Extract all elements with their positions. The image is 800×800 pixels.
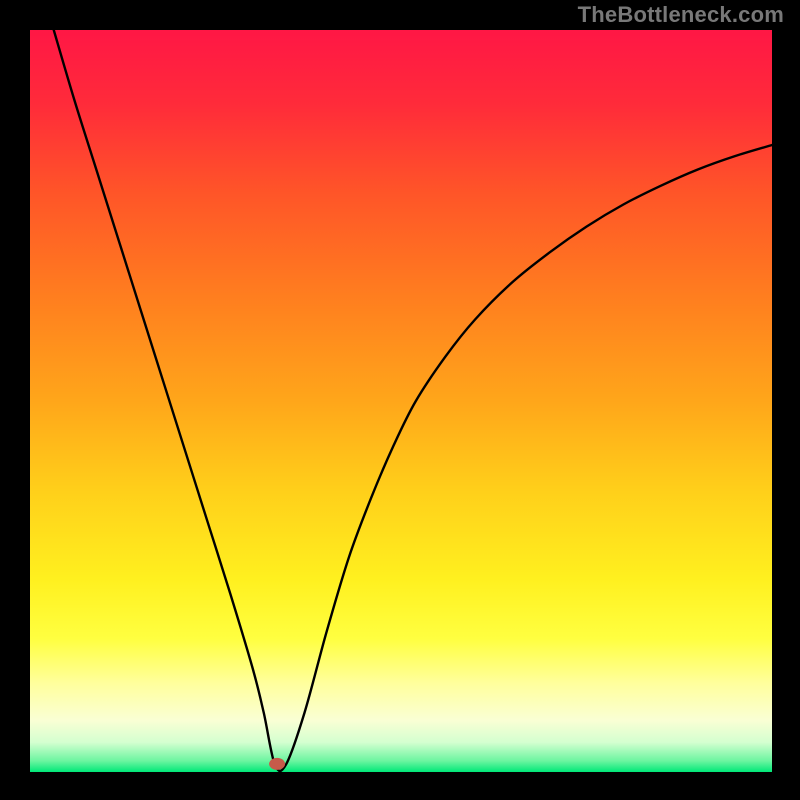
bottleneck-chart [0,0,800,800]
chart-frame: { "watermark": "TheBottleneck.com", "plo… [0,0,800,800]
plot-background [30,30,772,772]
optimal-point-marker [269,758,285,770]
watermark-text: TheBottleneck.com [578,2,784,28]
